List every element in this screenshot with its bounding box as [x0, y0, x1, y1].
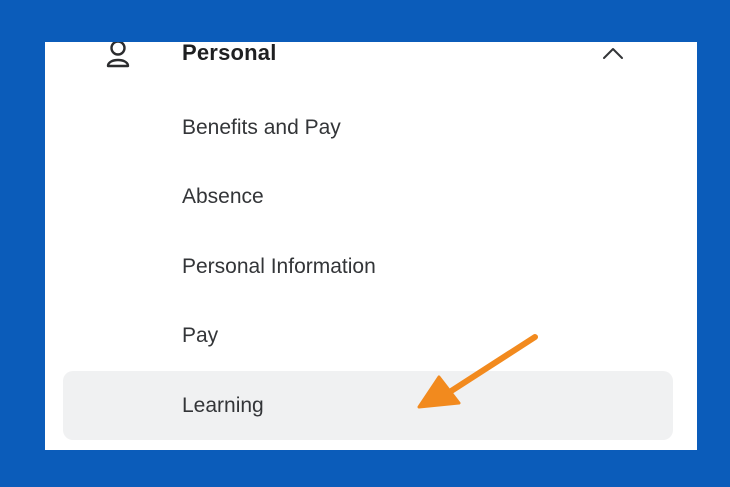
- personal-section-header[interactable]: Personal: [45, 42, 697, 68]
- menu-item-benefits-and-pay[interactable]: Benefits and Pay: [63, 93, 673, 162]
- menu-item-label: Pay: [182, 323, 219, 347]
- chevron-up-icon[interactable]: [602, 46, 624, 60]
- annotation-arrow-icon: [417, 334, 538, 409]
- menu-item-label: Learning: [182, 393, 264, 417]
- menu-item-label: Benefits and Pay: [182, 115, 341, 139]
- menu-item-label: Absence: [182, 184, 264, 208]
- menu-item-learning[interactable]: Learning: [63, 371, 673, 440]
- menu-item-absence[interactable]: Absence: [63, 162, 673, 231]
- person-icon: [106, 42, 130, 68]
- personal-menu-panel: Personal Benefits and Pay Absence Person…: [45, 42, 697, 450]
- section-title: Personal: [182, 42, 277, 65]
- menu-item-pay[interactable]: Pay: [63, 301, 673, 370]
- menu-item-label: Personal Information: [182, 254, 376, 278]
- menu-item-personal-information[interactable]: Personal Information: [63, 232, 673, 301]
